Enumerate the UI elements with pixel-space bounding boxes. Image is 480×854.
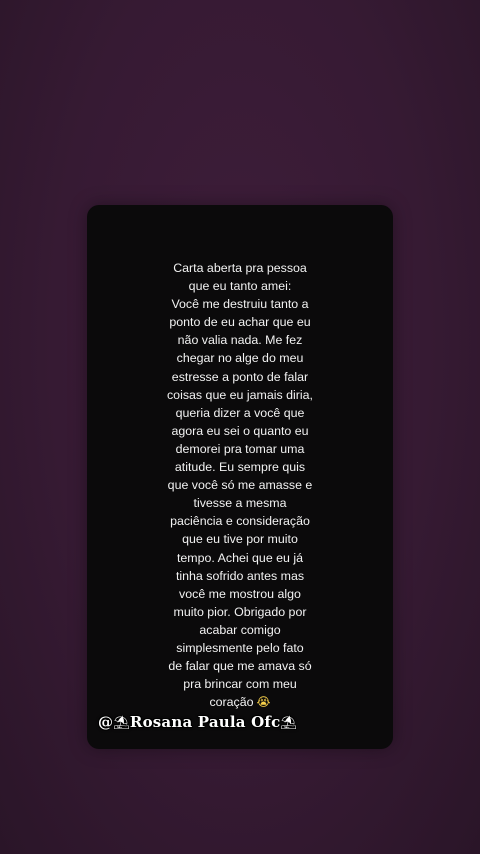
letter-line: estresse a ponto de falar — [171, 369, 309, 384]
umbrella-icon: ⛱ — [280, 716, 298, 731]
letter-line: coisas que eu jamais diria, — [166, 387, 313, 402]
letter-line: chegar no alge do meu — [176, 351, 304, 366]
crying-emoji-icon: 😭 — [256, 695, 271, 710]
letter-line: tempo. Achei que eu já — [176, 550, 304, 565]
letter-text: Carta aberta pra pessoa que eu tanto ame… — [105, 259, 375, 711]
letter-line-text: coração — [209, 695, 254, 710]
umbrella-icon: ⛱ — [113, 716, 130, 731]
watermark-name: Rosana Paula Ofc — [129, 713, 281, 731]
letter-line: queria dizer a você que — [175, 405, 305, 420]
letter-line: você me mostrou algo — [179, 586, 301, 601]
letter-line: acabar comigo — [199, 622, 281, 637]
watermark-at-sign: @ — [98, 713, 114, 731]
letter-card: Carta aberta pra pessoa que eu tanto ame… — [87, 205, 393, 749]
letter-line: paciência e consideração — [170, 514, 310, 529]
letter-line: ponto de eu achar que eu — [169, 315, 311, 330]
letter-line: de falar que me amava só — [168, 659, 312, 674]
letter-line: tinha sofrido antes mas — [175, 568, 305, 583]
letter-line: Você me destruiu tanto a — [171, 297, 309, 312]
letter-line: simplesmente pelo fato — [176, 640, 304, 655]
letter-line: pra brincar com meu — [183, 677, 297, 692]
letter-line: que eu tive por muito — [182, 532, 298, 547]
letter-line: que você só me amasse e — [167, 478, 313, 493]
letter-line: que eu tanto amei: — [188, 279, 292, 294]
letter-line: atitude. Eu sempre quis — [174, 460, 306, 475]
letter-line: tivesse a mesma — [193, 496, 287, 511]
letter-line: muito pior. Obrigado por — [173, 604, 307, 619]
creator-watermark: @⛱Rosana Paula Ofc⛱ — [98, 713, 297, 731]
letter-line: demorei pra tomar uma — [175, 441, 305, 456]
letter-last-line: coração 😭 — [105, 693, 375, 711]
letter-line: não valia nada. Me fez — [177, 333, 303, 348]
letter-line: Carta aberta pra pessoa — [173, 261, 307, 275]
letter-line: agora eu sei o quanto eu — [171, 423, 309, 438]
